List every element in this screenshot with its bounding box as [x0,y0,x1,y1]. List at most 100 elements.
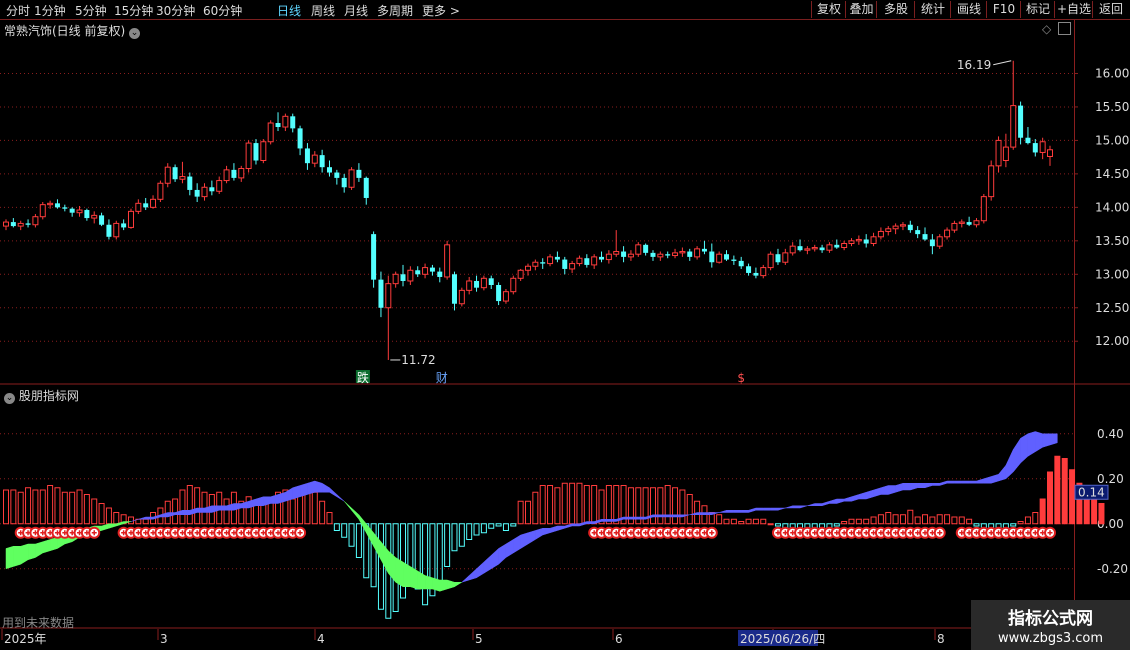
indicator-band-segment [108,523,117,529]
indicator-band-segment [608,519,617,522]
chevron-down-icon[interactable]: ⌄ [4,393,15,404]
indicator-bar [841,521,848,525]
indicator-bar [774,523,781,527]
indicator-bar [605,485,612,525]
indicator-band-segment [910,483,918,491]
diamond-icon[interactable]: ◇ [1042,22,1051,36]
indicator-band-segment [344,501,352,511]
indicator-band-segment [314,480,323,493]
indicator-band-segment [968,480,977,484]
indicator-band-segment [167,512,176,518]
indicator-band-segment [630,516,639,520]
future-data-note: 用到未来数据 [2,616,75,630]
indicator-band-segment [821,500,830,507]
candle-body [69,208,75,213]
indicator-bar [510,523,517,527]
watermark-title: 指标公式网 [1008,609,1093,629]
indicator-band-segment [1035,431,1043,453]
indicator-band-segment [351,507,360,520]
candle-body [569,263,576,270]
indicator-bar [752,518,759,525]
period-tab-1[interactable]: 1分钟 [34,2,66,19]
toolbar-button-2[interactable]: 多股 [876,1,915,18]
candle-body [371,234,377,280]
indicator-band-segment [307,480,316,495]
candle-body [627,253,634,258]
candle-body [32,216,39,226]
period-tab-8[interactable]: 月线 [344,2,368,19]
candle-body [738,260,744,267]
indicator-bar [10,489,17,525]
candle-body [995,139,1002,167]
indicator-bar [532,491,539,525]
candle-body [1047,149,1053,157]
period-tab-5[interactable]: 60分钟 [203,2,242,19]
candle-body [863,239,869,244]
candle-body [855,238,862,242]
candle-body [554,256,560,260]
indicator-band-segment [498,543,507,565]
candle-body [973,220,980,226]
indicator-band-segment [704,512,713,515]
indicator-band-segment [902,483,911,491]
period-tab-0[interactable]: 分时 [6,2,30,19]
indicator-band-segment [939,480,948,486]
candle-body [164,166,171,184]
indicator-band-segment [858,491,867,500]
candle-body [746,266,752,273]
price-axis-label-2: 15.00 [1095,133,1129,147]
indicator-bar [730,518,737,525]
watermark: 指标公式网 www.zbgs3.com [971,600,1130,650]
period-tab-9[interactable]: 多周期 [377,2,413,19]
candle-body [731,259,737,261]
candle-body [290,116,296,129]
indicator-band-segment [976,478,985,484]
layout-icon[interactable] [1058,22,1071,35]
candle-body [113,222,120,238]
period-tab-4[interactable]: 30分钟 [156,2,195,19]
period-tab-10[interactable]: 更多 > [422,2,460,19]
candle-body [437,271,443,277]
candle-body [238,168,245,179]
indicator-band-segment [571,523,580,527]
price-axis-label-8: 12.00 [1095,334,1129,348]
toolbar-button-3[interactable]: 统计 [914,1,951,18]
indicator-band-segment [454,582,463,588]
period-tab-7[interactable]: 周线 [311,2,335,19]
indicator-bar [1091,498,1098,525]
candle-body [929,239,935,247]
indicator-band-segment [116,521,124,527]
candle-body [326,167,332,173]
chevron-down-icon[interactable]: ⌄ [129,28,141,39]
candle-body [39,204,46,218]
indicator-bar [186,485,193,525]
candle-body [311,154,318,164]
candle-body [334,172,340,178]
toolbar-button-6[interactable]: 标记 [1020,1,1055,18]
toolbar-button-1[interactable]: 叠加 [845,1,877,18]
toolbar-button-4[interactable]: 画线 [950,1,987,18]
period-tab-3[interactable]: 15分钟 [114,2,153,19]
indicator-bar [885,512,892,525]
indicator-band-segment [564,523,573,529]
candle-body [782,252,789,263]
indicator-band-segment [726,510,735,513]
candle-body [194,189,200,197]
indicator-band-segment [549,525,558,534]
indicator-bar [127,516,134,525]
toolbar-button-0[interactable]: 复权 [811,1,846,18]
indicator-bar [936,514,943,525]
period-tab-2[interactable]: 5分钟 [75,2,107,19]
period-tab-6[interactable]: 日线 [277,2,301,19]
indicator-bar [1054,455,1061,525]
toolbar-button-7[interactable]: +自选 [1054,1,1093,18]
indicator-bar [113,512,120,525]
toolbar-button-8[interactable]: 返回 [1092,1,1129,18]
indicator-band-segment [755,507,764,511]
indicator-bar [377,523,384,610]
toolbar-button-5[interactable]: F10 [986,1,1021,18]
indicator-band-segment [196,507,205,513]
indicator-axis-label-1: 0.20 [1097,472,1124,486]
stock-chart[interactable]: 16.00 15.50 15.00 14.50 14.00 13.50 13.00 12.50… [0,0,1130,650]
candle-body [223,169,230,182]
